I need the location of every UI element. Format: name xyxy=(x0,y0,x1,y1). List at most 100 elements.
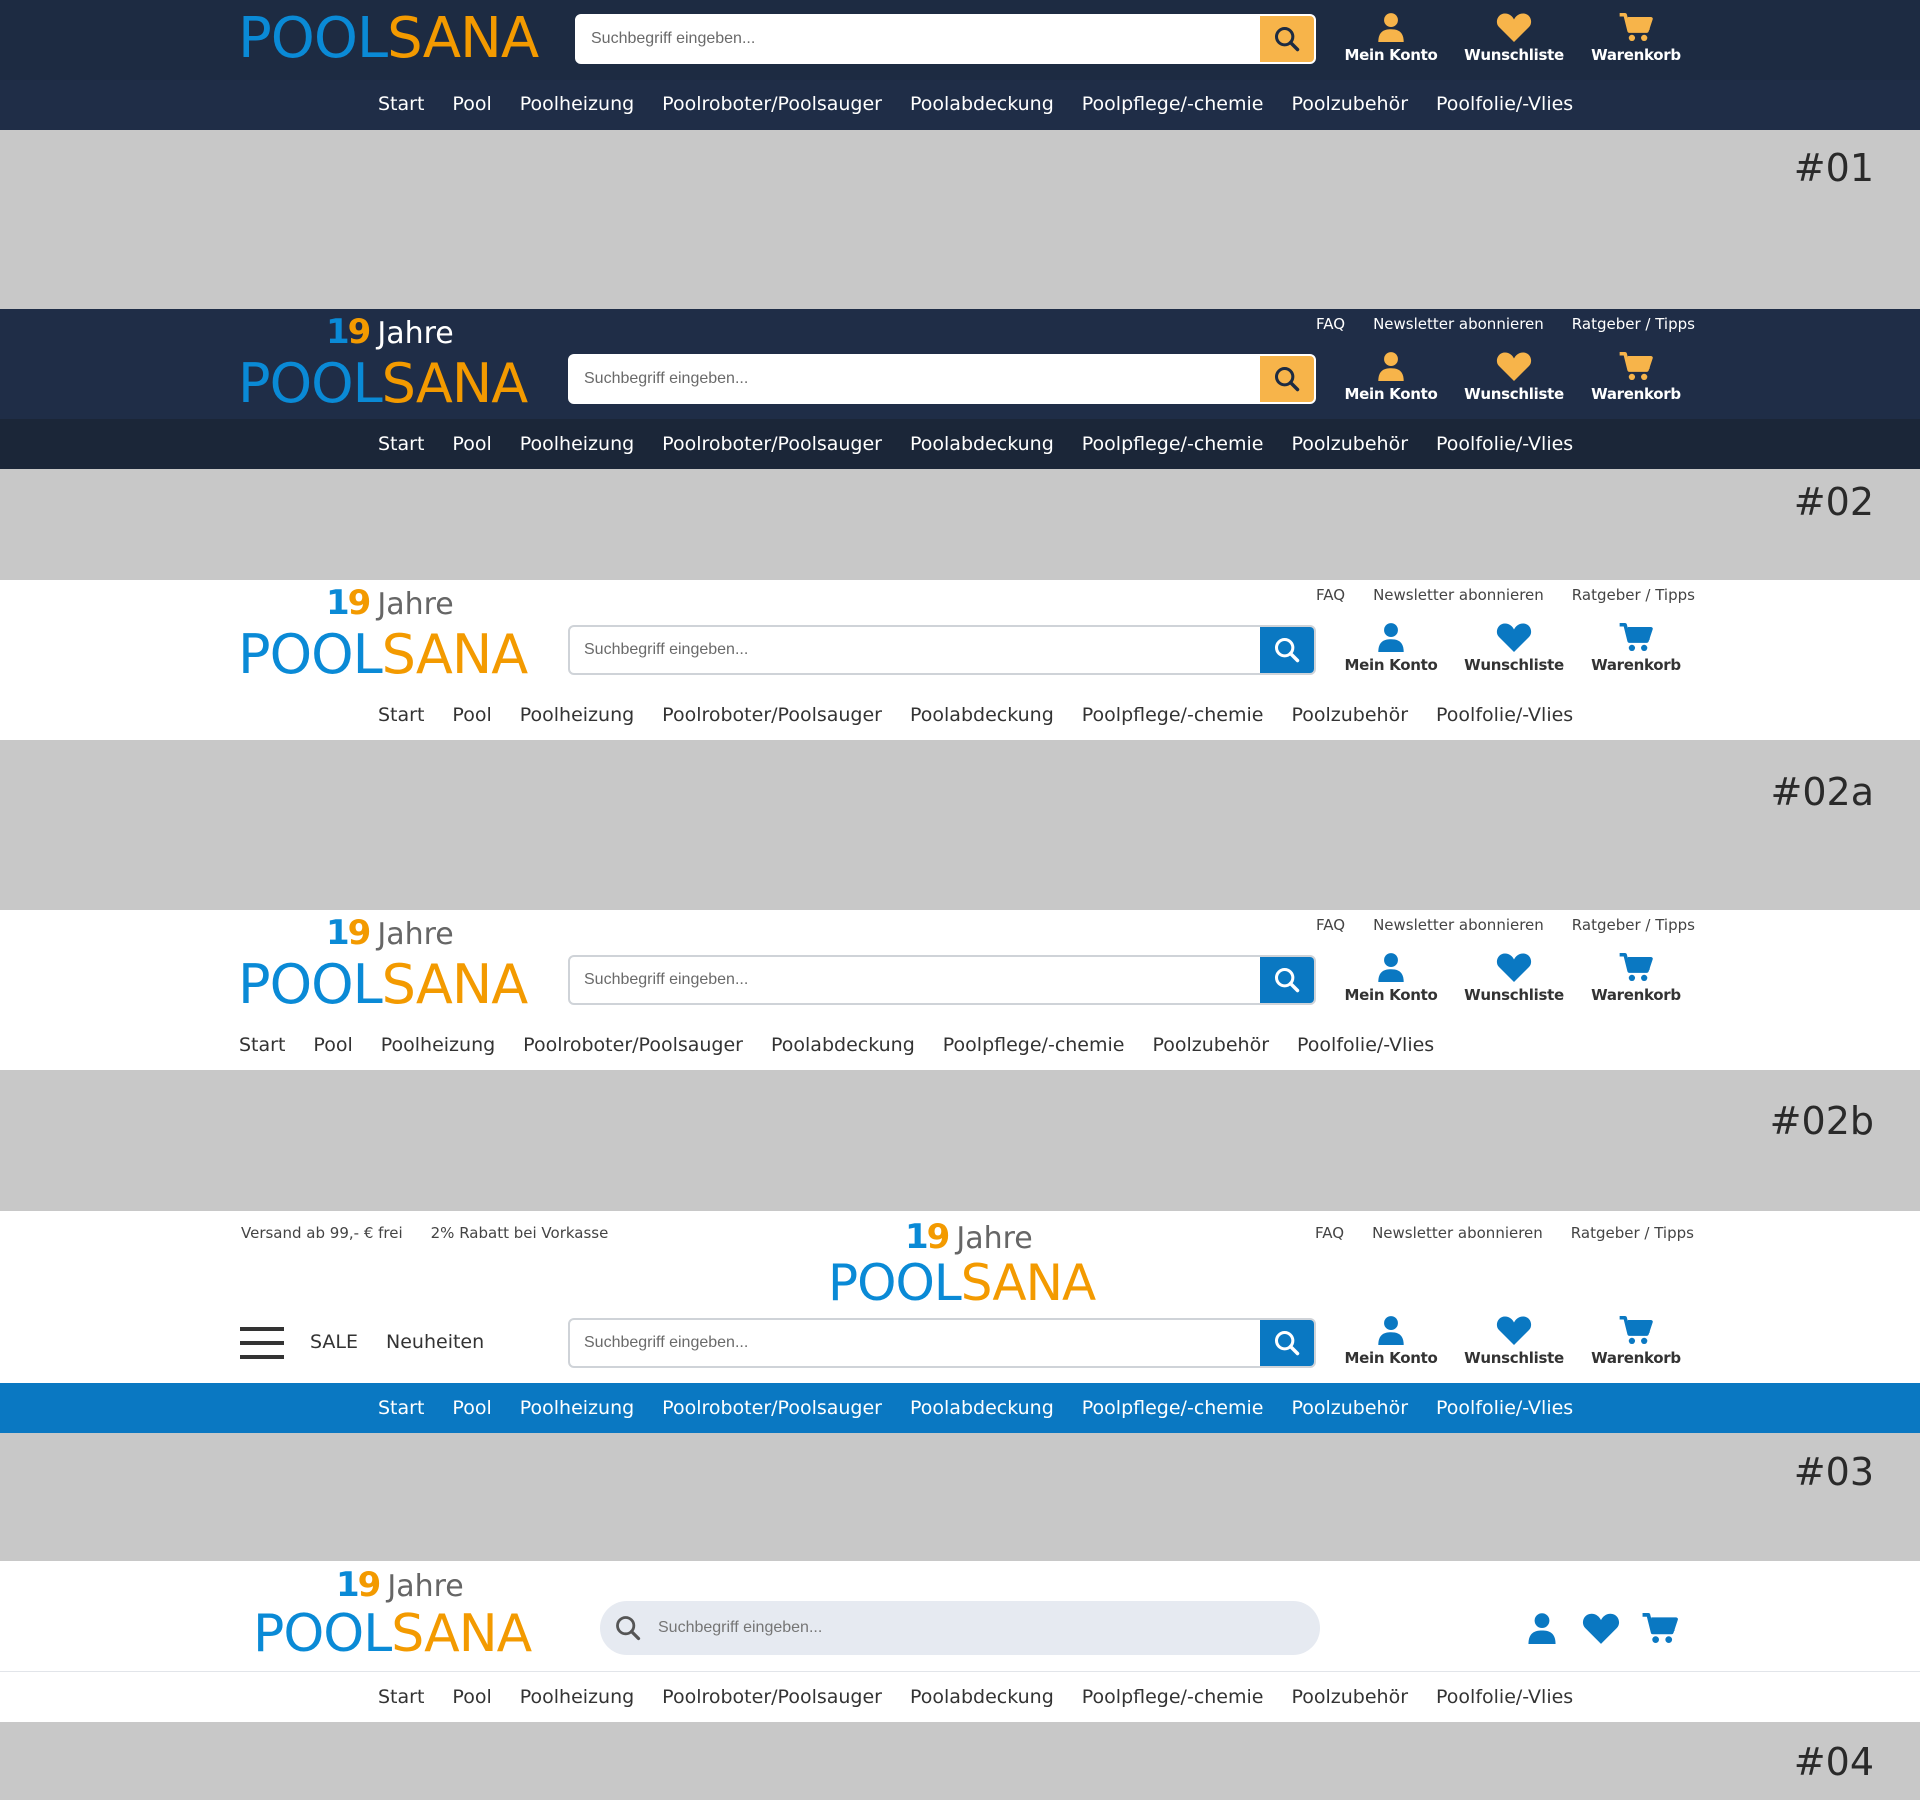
nav-item[interactable]: Pool xyxy=(452,1397,491,1419)
wishlist-button[interactable]: Wunschliste xyxy=(1459,12,1569,64)
search-box-v02b[interactable] xyxy=(568,955,1316,1005)
nav-item[interactable]: Poolzubehör xyxy=(1291,93,1408,115)
wishlist-button[interactable] xyxy=(1582,1612,1620,1649)
search-button[interactable] xyxy=(1260,356,1314,402)
toplink-ratgeber[interactable]: Ratgeber / Tipps xyxy=(1572,916,1695,934)
account-button[interactable]: Mein Konto xyxy=(1336,952,1446,1004)
nav-item[interactable]: Pool xyxy=(452,433,491,455)
nav-item[interactable]: Start xyxy=(378,704,424,726)
search-input[interactable] xyxy=(658,1601,1298,1655)
toplink-newsletter[interactable]: Newsletter abonnieren xyxy=(1372,1224,1543,1242)
nav-item[interactable]: Poolabdeckung xyxy=(910,1397,1054,1419)
wishlist-button[interactable]: Wunschliste xyxy=(1459,1315,1569,1367)
cart-button[interactable]: Warenkorb xyxy=(1581,622,1691,674)
toplink-faq[interactable]: FAQ xyxy=(1316,916,1345,934)
hamburger-menu-button[interactable] xyxy=(240,1327,284,1364)
nav-item[interactable]: Poolzubehör xyxy=(1291,704,1408,726)
toplink-newsletter[interactable]: Newsletter abonnieren xyxy=(1373,315,1544,333)
nav-item[interactable]: Poolpflege/-chemie xyxy=(1082,93,1264,115)
nav-item[interactable]: Poolheizung xyxy=(520,1686,634,1708)
search-button[interactable] xyxy=(1260,957,1314,1003)
nav-item[interactable]: Start xyxy=(378,1686,424,1708)
nav-item[interactable]: Pool xyxy=(452,1686,491,1708)
nav-item[interactable]: Poolzubehör xyxy=(1291,1686,1408,1708)
toplink-newsletter[interactable]: Newsletter abonnieren xyxy=(1373,916,1544,934)
search-box-v02[interactable] xyxy=(568,354,1316,404)
logo-v02[interactable]: POOLSANA xyxy=(238,352,528,415)
cart-button[interactable] xyxy=(1641,1612,1679,1649)
toplink-ratgeber[interactable]: Ratgeber / Tipps xyxy=(1572,315,1695,333)
nav-item[interactable]: Poolroboter/Poolsauger xyxy=(523,1034,743,1056)
account-button[interactable]: Mein Konto xyxy=(1336,12,1446,64)
nav-item[interactable]: Poolroboter/Poolsauger xyxy=(662,704,882,726)
toplink-ratgeber[interactable]: Ratgeber / Tipps xyxy=(1571,1224,1694,1242)
nav-item[interactable]: Pool xyxy=(313,1034,352,1056)
toplink-faq[interactable]: FAQ xyxy=(1316,586,1345,604)
search-input[interactable] xyxy=(570,1320,1260,1366)
nav-item[interactable]: Poolabdeckung xyxy=(910,433,1054,455)
nav-item[interactable]: Poolabdeckung xyxy=(910,704,1054,726)
search-input[interactable] xyxy=(577,16,1260,62)
search-box-v04[interactable] xyxy=(600,1601,1320,1655)
nav-item[interactable]: Poolfolie/-Vlies xyxy=(1297,1034,1434,1056)
wishlist-button[interactable]: Wunschliste xyxy=(1459,622,1569,674)
nav-item[interactable]: Poolabdeckung xyxy=(910,93,1054,115)
toplink-ratgeber[interactable]: Ratgeber / Tipps xyxy=(1572,586,1695,604)
search-box-v02a[interactable] xyxy=(568,625,1316,675)
nav-item[interactable]: Start xyxy=(239,1034,285,1056)
search-button[interactable] xyxy=(1260,16,1314,62)
search-input[interactable] xyxy=(570,957,1260,1003)
logo-v02a[interactable]: POOLSANA xyxy=(238,623,528,686)
quicklink-neuheiten[interactable]: Neuheiten xyxy=(386,1331,484,1353)
account-button[interactable]: Mein Konto xyxy=(1336,351,1446,403)
account-button[interactable] xyxy=(1527,1612,1557,1649)
search-box-v01[interactable] xyxy=(575,14,1316,64)
toplink-faq[interactable]: FAQ xyxy=(1316,315,1345,333)
wishlist-button[interactable]: Wunschliste xyxy=(1459,952,1569,1004)
search-button[interactable] xyxy=(1260,627,1314,673)
cart-button[interactable]: Warenkorb xyxy=(1581,952,1691,1004)
nav-item[interactable]: Poolfolie/-Vlies xyxy=(1436,93,1573,115)
nav-item[interactable]: Poolzubehör xyxy=(1291,433,1408,455)
search-button[interactable] xyxy=(1260,1320,1314,1366)
nav-item[interactable]: Poolfolie/-Vlies xyxy=(1436,704,1573,726)
cart-button[interactable]: Warenkorb xyxy=(1581,12,1691,64)
nav-item[interactable]: Poolfolie/-Vlies xyxy=(1436,433,1573,455)
account-button[interactable]: Mein Konto xyxy=(1336,1315,1446,1367)
nav-item[interactable]: Poolroboter/Poolsauger xyxy=(662,1686,882,1708)
search-input[interactable] xyxy=(570,356,1260,402)
nav-item[interactable]: Poolabdeckung xyxy=(771,1034,915,1056)
cart-button[interactable]: Warenkorb xyxy=(1581,351,1691,403)
nav-item[interactable]: Poolpflege/-chemie xyxy=(943,1034,1125,1056)
account-button[interactable]: Mein Konto xyxy=(1336,622,1446,674)
nav-item[interactable]: Start xyxy=(378,1397,424,1419)
nav-item[interactable]: Poolheizung xyxy=(520,704,634,726)
nav-item[interactable]: Poolpflege/-chemie xyxy=(1082,433,1264,455)
search-box-v03[interactable] xyxy=(568,1318,1316,1368)
nav-item[interactable]: Poolpflege/-chemie xyxy=(1082,704,1264,726)
nav-item[interactable]: Poolroboter/Poolsauger xyxy=(662,93,882,115)
logo-v01[interactable]: POOLSANA xyxy=(238,6,539,71)
nav-item[interactable]: Start xyxy=(378,433,424,455)
nav-item[interactable]: Poolpflege/-chemie xyxy=(1082,1686,1264,1708)
nav-item[interactable]: Poolheizung xyxy=(381,1034,495,1056)
nav-item[interactable]: Poolroboter/Poolsauger xyxy=(662,1397,882,1419)
nav-item[interactable]: Poolheizung xyxy=(520,1397,634,1419)
nav-item[interactable]: Poolheizung xyxy=(520,93,634,115)
search-input[interactable] xyxy=(570,627,1260,673)
nav-item[interactable]: Poolfolie/-Vlies xyxy=(1436,1397,1573,1419)
toplink-newsletter[interactable]: Newsletter abonnieren xyxy=(1373,586,1544,604)
nav-item[interactable]: Poolzubehör xyxy=(1291,1397,1408,1419)
nav-item[interactable]: Pool xyxy=(452,704,491,726)
nav-item[interactable]: Poolabdeckung xyxy=(910,1686,1054,1708)
logo-v04[interactable]: POOLSANA xyxy=(253,1604,532,1664)
logo-v03[interactable]: POOLSANA xyxy=(828,1254,1096,1312)
toplink-faq[interactable]: FAQ xyxy=(1315,1224,1344,1242)
nav-item[interactable]: Poolzubehör xyxy=(1152,1034,1269,1056)
wishlist-button[interactable]: Wunschliste xyxy=(1459,351,1569,403)
logo-v02b[interactable]: POOLSANA xyxy=(238,953,528,1016)
nav-item[interactable]: Poolfolie/-Vlies xyxy=(1436,1686,1573,1708)
nav-item[interactable]: Poolpflege/-chemie xyxy=(1082,1397,1264,1419)
nav-item[interactable]: Pool xyxy=(452,93,491,115)
cart-button[interactable]: Warenkorb xyxy=(1581,1315,1691,1367)
